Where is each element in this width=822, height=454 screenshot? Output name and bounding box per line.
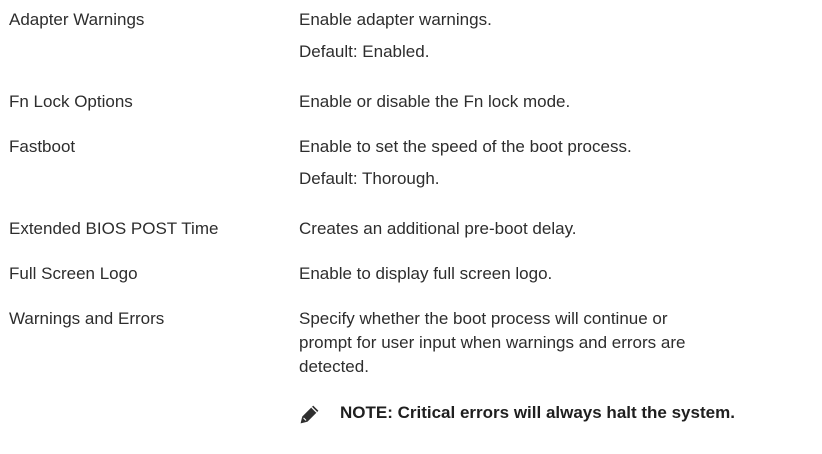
option-description: Specify whether the boot process will co… <box>299 299 819 454</box>
option-name: Extended BIOS POST Time <box>9 209 299 254</box>
note-box: NOTE: Critical errors will always halt t… <box>299 400 819 454</box>
description-line: Enable to set the speed of the boot proc… <box>299 137 632 156</box>
option-label: Extended BIOS POST Time <box>9 219 219 238</box>
description-line: Enable adapter warnings. <box>299 10 492 29</box>
option-name: Adapter Warnings <box>9 0 299 82</box>
note-text: NOTE: Critical errors will always halt t… <box>340 403 735 422</box>
table-row: Fn Lock Options Enable or disable the Fn… <box>9 82 819 127</box>
option-description: Creates an additional pre-boot delay. <box>299 209 819 254</box>
description-line: prompt for user input when warnings and … <box>299 333 686 352</box>
description-line: detected. <box>299 357 369 376</box>
description-line: Enable to display full screen logo. <box>299 264 553 283</box>
description-line: Enable or disable the Fn lock mode. <box>299 92 571 111</box>
description-line: Specify whether the boot process will co… <box>299 309 668 328</box>
description-line: Default: Thorough. <box>299 169 440 188</box>
description-line: Default: Enabled. <box>299 42 430 61</box>
option-description: Enable to display full screen logo. <box>299 254 819 299</box>
description-line: Creates an additional pre-boot delay. <box>299 219 577 238</box>
option-name: Warnings and Errors <box>9 299 299 454</box>
bios-options-table: Adapter Warnings Enable adapter warnings… <box>9 0 819 454</box>
option-name: Fn Lock Options <box>9 82 299 127</box>
option-label: Fastboot <box>9 137 76 156</box>
table-row: Full Screen Logo Enable to display full … <box>9 254 819 299</box>
option-label: Full Screen Logo <box>9 264 138 283</box>
option-description: Enable to set the speed of the boot proc… <box>299 127 819 209</box>
option-label: Fn Lock Options <box>9 92 133 111</box>
option-description: Enable adapter warnings. Default: Enable… <box>299 0 819 82</box>
option-label: Warnings and Errors <box>9 309 165 328</box>
table-row: Warnings and Errors Specify whether the … <box>9 299 819 454</box>
pencil-icon <box>300 404 320 424</box>
option-name: Fastboot <box>9 127 299 209</box>
option-name: Full Screen Logo <box>9 254 299 299</box>
option-description: Enable or disable the Fn lock mode. <box>299 82 819 127</box>
table-row: Extended BIOS POST Time Creates an addit… <box>9 209 819 254</box>
table-row: Fastboot Enable to set the speed of the … <box>9 127 819 209</box>
table-row: Adapter Warnings Enable adapter warnings… <box>9 0 819 82</box>
option-label: Adapter Warnings <box>9 10 145 29</box>
